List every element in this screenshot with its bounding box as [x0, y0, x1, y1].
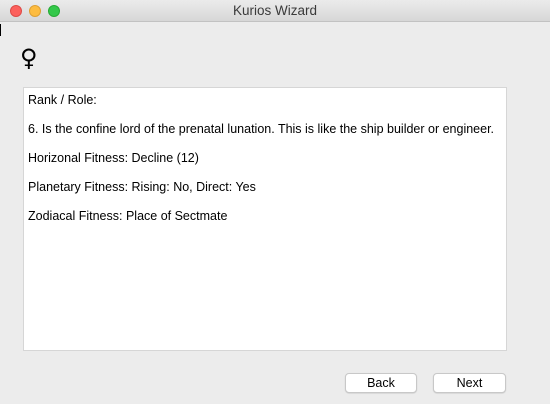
next-button[interactable]: Next	[433, 373, 506, 393]
rank-role-heading: Rank / Role:	[28, 93, 97, 107]
edge-marker	[0, 24, 1, 36]
title-bar[interactable]: Kurios Wizard	[0, 0, 550, 22]
description-text-area[interactable]: Rank / Role: 6. Is the confine lord of t…	[23, 87, 507, 351]
horizonal-fitness: Horizonal Fitness: Decline (12)	[28, 151, 199, 165]
wizard-window: Kurios Wizard ♀ Rank / Role: 6. Is the c…	[0, 0, 550, 404]
back-button[interactable]: Back	[345, 373, 417, 393]
zodiacal-fitness: Zodiacal Fitness: Place of Sectmate	[28, 209, 228, 223]
venus-symbol-icon: ♀	[20, 43, 38, 72]
planetary-fitness: Planetary Fitness: Rising: No, Direct: Y…	[28, 180, 256, 194]
window-title: Kurios Wizard	[232, 3, 318, 18]
rank-role-description: 6. Is the confine lord of the prenatal l…	[28, 122, 495, 136]
